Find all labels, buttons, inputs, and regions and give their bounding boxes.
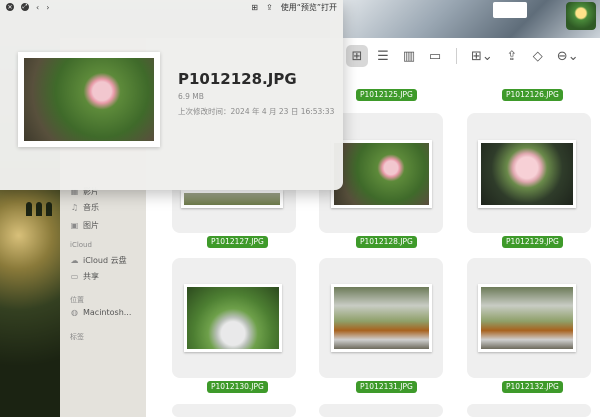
wallpaper-mountain — [330, 0, 600, 40]
more-actions-button[interactable]: ⊖⌄ — [553, 45, 583, 67]
photo-thumbnail — [334, 287, 429, 349]
photo-thumbnail — [187, 287, 279, 349]
file-thumbnail[interactable] — [331, 140, 432, 208]
desktop-photo-icon[interactable] — [566, 2, 596, 30]
file-name-label[interactable]: P1012125.JPG — [356, 89, 417, 101]
quicklook-modified-date: 上次修改时间：2024 年 4 月 23 日 16:53:33 — [178, 107, 335, 116]
photo-thumbnail — [481, 143, 573, 205]
quicklook-filename: P1012128.JPG — [178, 70, 297, 88]
file-thumbnail[interactable] — [184, 284, 282, 352]
photo-thumbnail — [334, 143, 429, 205]
sidebar-item-pictures[interactable]: ▣ 图片 — [70, 220, 99, 231]
photo-thumbnail — [184, 193, 280, 205]
file-name-label[interactable]: P1012126.JPG — [502, 89, 563, 101]
share-icon: ⇪ — [506, 48, 518, 64]
photo-preview — [24, 58, 154, 141]
tag-button[interactable]: ◇ — [527, 45, 549, 67]
close-icon[interactable]: ✕ — [6, 3, 14, 11]
gallery-view-button[interactable]: ▭ — [424, 45, 446, 67]
music-icon: ♫ — [70, 203, 79, 212]
wallpaper-tree — [26, 202, 32, 216]
quicklook-actions: ⊞ ⇪ 使用“预览”打开 — [251, 0, 337, 14]
list-icon: ☰ — [377, 48, 389, 64]
fullscreen-icon[interactable]: ⤢ — [21, 3, 29, 11]
desktop-widget — [493, 2, 527, 18]
file-name-label[interactable]: P1012132.JPG — [502, 381, 563, 393]
sidebar-item-shared[interactable]: ▭ 共享 — [70, 271, 99, 282]
disk-icon: ◍ — [71, 308, 78, 317]
cloud-icon: ☁ — [70, 256, 79, 265]
photo-thumbnail — [481, 287, 573, 349]
wallpaper-tree — [36, 202, 42, 216]
file-name-label[interactable]: P1012131.JPG — [356, 381, 417, 393]
gallery-icon: ▭ — [428, 48, 442, 64]
wallpaper-tree — [46, 202, 52, 216]
icon-view-button[interactable]: ⊞ — [346, 45, 368, 67]
forward-chevron-icon[interactable]: › — [46, 3, 49, 12]
column-view-button[interactable]: ▥ — [398, 45, 420, 67]
share-icon[interactable]: ⇪ — [266, 3, 273, 12]
sidebar-section-icloud: iCloud — [70, 241, 92, 249]
quicklook-popover: ✕ ⤢ ‹ › ⊞ ⇪ 使用“预览”打开 P1012128.JPG 6.9 MB… — [0, 0, 343, 190]
columns-icon: ▥ — [402, 48, 416, 64]
file-thumbnail[interactable] — [478, 284, 576, 352]
file-cell[interactable] — [467, 404, 591, 417]
sidebar-section-tags: 标签 — [70, 333, 84, 341]
file-cell[interactable] — [319, 404, 443, 417]
sidebar-item-music[interactable]: ♫ 音乐 — [70, 202, 99, 213]
back-chevron-icon[interactable]: ‹ — [36, 3, 39, 12]
quicklook-thumbnail — [18, 52, 160, 147]
quicklook-filesize: 6.9 MB — [178, 92, 204, 101]
open-with-preview-button[interactable]: 使用“预览”打开 — [281, 2, 337, 13]
file-name-label[interactable]: P1012130.JPG — [207, 381, 268, 393]
file-name-label[interactable]: P1012127.JPG — [207, 236, 268, 248]
group-button[interactable]: ⊞⌄ — [467, 45, 497, 67]
photo-icon: ▣ — [70, 221, 79, 230]
list-view-button[interactable]: ☰ — [372, 45, 394, 67]
file-name-label[interactable]: P1012129.JPG — [502, 236, 563, 248]
file-cell[interactable] — [172, 404, 296, 417]
ellipsis-circle-icon: ⊖⌄ — [556, 48, 579, 64]
sidebar-section-locations: 位置 — [70, 296, 84, 304]
file-thumbnail[interactable] — [478, 140, 576, 208]
tag-icon: ◇ — [532, 48, 543, 64]
group-grid-icon: ⊞⌄ — [471, 48, 493, 64]
shared-icon: ▭ — [70, 272, 79, 281]
grid-icon[interactable]: ⊞ — [251, 3, 258, 12]
file-thumbnail[interactable] — [331, 284, 432, 352]
wallpaper-forest — [0, 190, 62, 417]
toolbar-divider — [456, 48, 457, 64]
grid-icon: ⊞ — [351, 48, 363, 64]
file-name-label[interactable]: P1012128.JPG — [356, 236, 417, 248]
sidebar-item-icloud-drive[interactable]: ☁ iCloud 云盘 — [70, 255, 127, 266]
file-thumbnail[interactable] — [181, 190, 283, 208]
sidebar-item-macintosh-hd[interactable]: ◍ Macintosh... — [70, 308, 131, 317]
share-button[interactable]: ⇪ — [501, 45, 523, 67]
